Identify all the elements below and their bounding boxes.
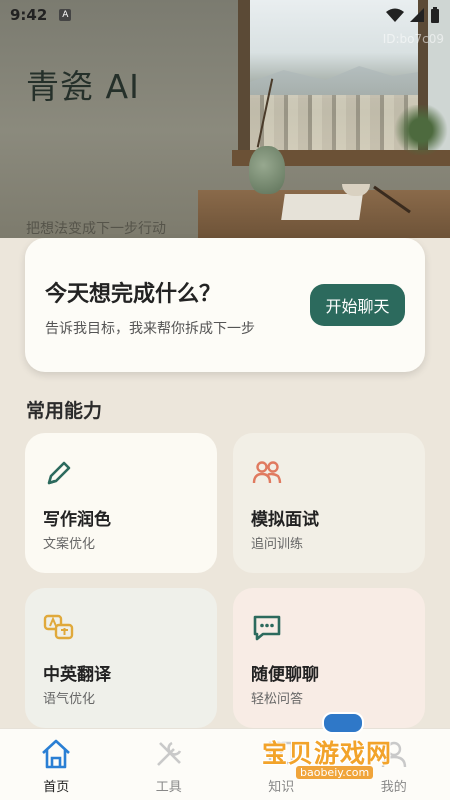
translate-icon xyxy=(43,614,74,640)
watermark-url: baobeiy.com xyxy=(296,766,374,779)
task-hint: 告诉我目标，我来帮你拆成下一步 xyxy=(45,321,255,337)
watermark: 宝贝游戏网 baobeiy.com xyxy=(262,710,422,782)
status-time: 9:42 xyxy=(10,6,48,24)
capability-name: 模拟面试 xyxy=(251,510,319,530)
capability-card-writing[interactable]: 写作润色 文案优化 xyxy=(25,433,217,573)
gamepad-icon xyxy=(322,712,364,734)
capability-name: 随便聊聊 xyxy=(251,665,319,685)
user-id-text: ID:bo7c09 xyxy=(382,32,444,46)
section-title: 常用能力 xyxy=(26,400,103,422)
capability-name: 中英翻译 xyxy=(43,665,111,685)
pencil-icon xyxy=(47,461,71,485)
hero-plant xyxy=(392,105,450,155)
task-card: 今天想完成什么？ 告诉我目标，我来帮你拆成下一步 开始聊天 xyxy=(25,238,425,372)
battery-icon xyxy=(431,7,439,23)
hero-paper xyxy=(281,194,363,220)
wifi-icon xyxy=(386,8,404,22)
capability-desc: 文案优化 xyxy=(43,537,96,552)
nav-item-tools[interactable]: 工具 xyxy=(113,729,226,800)
app-title: 青瓷 AI xyxy=(26,67,140,106)
start-chat-button[interactable]: 开始聊天 xyxy=(310,284,405,326)
watermark-title: 宝贝游戏网 xyxy=(262,739,393,768)
capability-desc: 语气优化 xyxy=(43,692,96,707)
tools-icon xyxy=(156,741,181,766)
capability-card-chat[interactable]: 随便聊聊 轻松问答 xyxy=(233,588,425,728)
nav-label: 工具 xyxy=(155,780,182,795)
capability-name: 写作润色 xyxy=(43,510,111,530)
capability-card-translate[interactable]: 中英翻译 语气优化 xyxy=(25,588,217,728)
nav-item-home[interactable]: 首页 xyxy=(0,729,113,800)
signal-icon xyxy=(410,8,424,22)
chat-icon xyxy=(253,615,281,641)
task-question: 今天想完成什么？ xyxy=(45,282,222,307)
capability-desc: 轻松问答 xyxy=(251,692,304,707)
status-bar: 9:42 A xyxy=(0,0,450,30)
status-icons xyxy=(386,7,440,23)
notification-a-icon: A xyxy=(59,9,72,21)
capability-card-interview[interactable]: 模拟面试 追问训练 xyxy=(233,433,425,573)
hero-banner: 青瓷 AI 把想法变成下一步行动 ID:bo7c09 xyxy=(0,0,450,238)
app-subtitle: 把想法变成下一步行动 xyxy=(26,221,166,237)
hero-vase xyxy=(249,146,285,194)
people-icon xyxy=(252,461,282,484)
nav-label: 首页 xyxy=(43,780,70,795)
capability-desc: 追问训练 xyxy=(251,537,304,552)
home-icon xyxy=(42,739,71,769)
